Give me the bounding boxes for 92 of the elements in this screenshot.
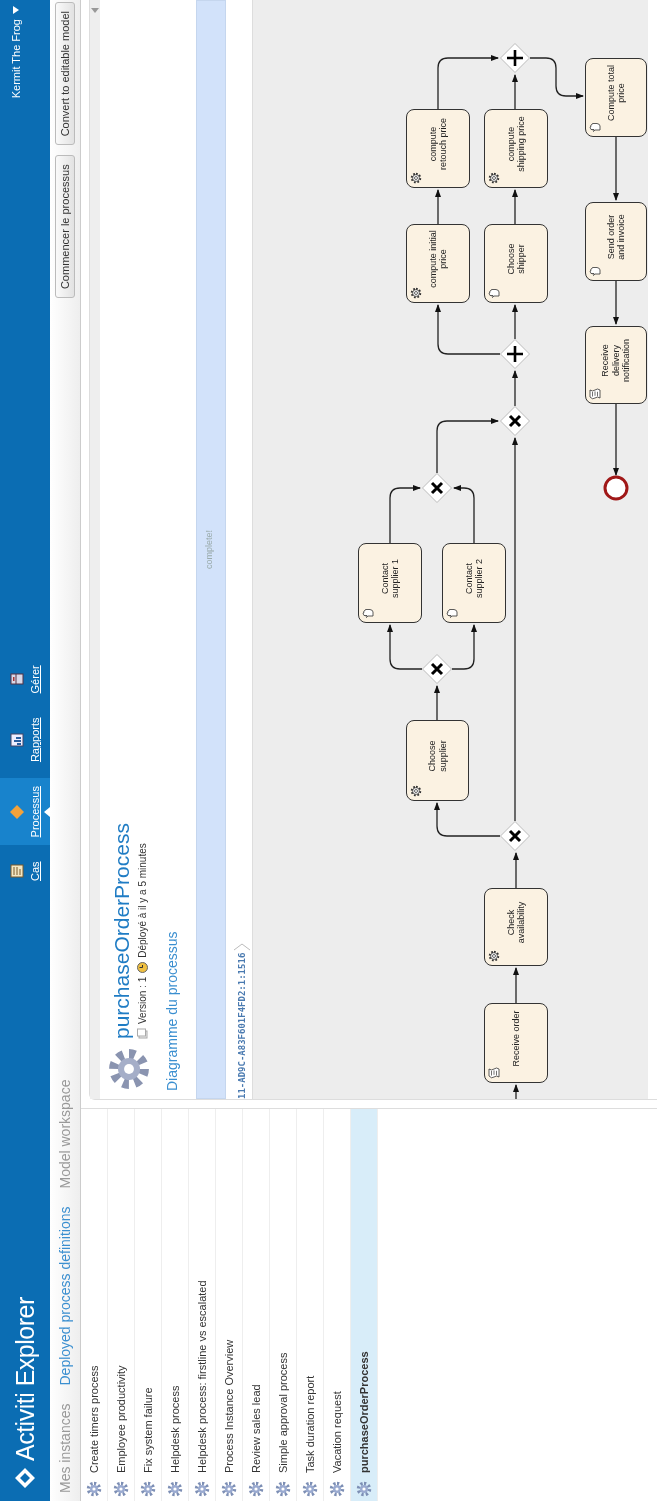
parallel-gateway [500,339,530,369]
sequence-flow [453,485,475,544]
gear-icon [113,1481,129,1497]
pages-icon [137,1028,148,1039]
task-label: Contact supplier 1 [379,558,401,600]
exclusive-gateway [500,406,530,436]
sequence-flow [513,852,519,889]
task-label: Receive order [510,1010,522,1067]
process-list-item[interactable]: Fix system failure [135,1109,162,1501]
task-label: Choose shipper [505,242,527,277]
chart-icon [9,732,24,747]
script-icon [589,388,601,400]
sequence-flow [435,189,441,225]
exclusive-gateway [500,821,530,851]
nav-link[interactable]: Gérer [0,657,50,702]
sequence-flow [387,624,423,670]
task-label: Contact supplier 2 [463,558,485,600]
deployed-text: Déployé à il y a 5 minutes [137,843,148,958]
sequence-flow [613,136,619,201]
sequence-flow [434,802,501,837]
sequence-flow [512,370,518,407]
gear-icon [221,1481,237,1497]
process-list-item[interactable]: Process Instance Overview [216,1109,243,1501]
diamond-logo-icon [14,1467,36,1489]
clock-icon [137,961,148,973]
task-label: Receive delivery notification [600,338,632,384]
gear-icon [275,1481,291,1497]
task-label: compute initial price [427,229,449,290]
end-event [603,475,629,501]
action-button[interactable]: Convert to editable model [55,2,75,146]
task-label: Compute total price [605,64,627,123]
sequence-flow [437,55,499,110]
sequence-flow [451,624,477,670]
task-label: Check availability [505,900,527,946]
process-list-item[interactable]: Task duration report [297,1109,324,1501]
gear-icon [410,287,422,299]
caret-icon [13,6,19,14]
nav-link[interactable]: Rapports [0,709,50,771]
sequence-flow [435,304,501,355]
document-icon [9,864,24,879]
gear-icon [488,172,500,184]
cabinet-icon [9,672,24,687]
exclusive-gateway [422,473,452,503]
process-list-item[interactable]: Create timers process [81,1109,108,1501]
section-heading: Diagramme du processus [163,930,181,1093]
exclusive-gateway [422,654,452,684]
nav-link[interactable]: Cas [0,853,50,889]
process-list-item[interactable]: Helpdesk process: firstline vs escalated [189,1109,216,1501]
gear-icon [356,1481,372,1497]
script-icon [488,1067,500,1079]
gear-icon [488,950,500,962]
process-list-item[interactable]: Simple approval process [270,1109,297,1501]
gear-icon [248,1481,264,1497]
process-list-item[interactable]: Review sales lead [243,1109,270,1501]
gear-icon [107,1047,151,1091]
sequence-flow [513,967,519,1004]
sequence-flow [436,418,499,474]
user-menu[interactable]: Kermit The Frog [10,19,22,99]
task-label: Choose supplier [427,739,448,774]
gear-icon [302,1481,318,1497]
gear-icon [86,1481,102,1497]
version-text: Version : 1 [137,976,148,1024]
sequence-flow [513,1084,519,1099]
progress-label: complete! [204,530,214,569]
gear-icon [410,172,422,184]
diamond-icon [9,804,24,819]
sequence-flow [512,74,518,110]
gear-icon [329,1481,345,1497]
sequence-flow [434,685,440,721]
sequence-flow [529,57,584,99]
gear-icon [194,1481,210,1497]
chevron-icon [234,942,250,951]
task-label: Send order and invoice [605,213,627,262]
gear-icon [410,785,422,797]
sequence-flow [389,485,421,544]
app-title: Activiti Explorer [10,1297,40,1461]
nav-link[interactable]: Processus [0,778,50,846]
breadcrumb[interactable]: 11-AD9C-A83F601F4FD2:1:1516 [237,952,247,1099]
gear-icon [167,1481,183,1497]
sequence-flow [512,304,518,340]
parallel-gateway [500,43,530,73]
task-label: compute retouch price [427,117,449,172]
pointer-icon [44,806,50,817]
sequence-flow [512,189,518,225]
gear-icon [140,1481,156,1497]
process-title: purchaseOrderProcess [110,823,134,1039]
sequence-flow [613,280,619,325]
process-list-item[interactable]: Helpdesk process [162,1109,189,1501]
process-list-item[interactable]: Employee productivity [108,1109,135,1501]
task-label: compute shipping price [505,115,527,174]
process-list-item[interactable]: purchaseOrderProcess [351,1109,378,1501]
action-button[interactable]: Commencer le processus [55,155,75,299]
